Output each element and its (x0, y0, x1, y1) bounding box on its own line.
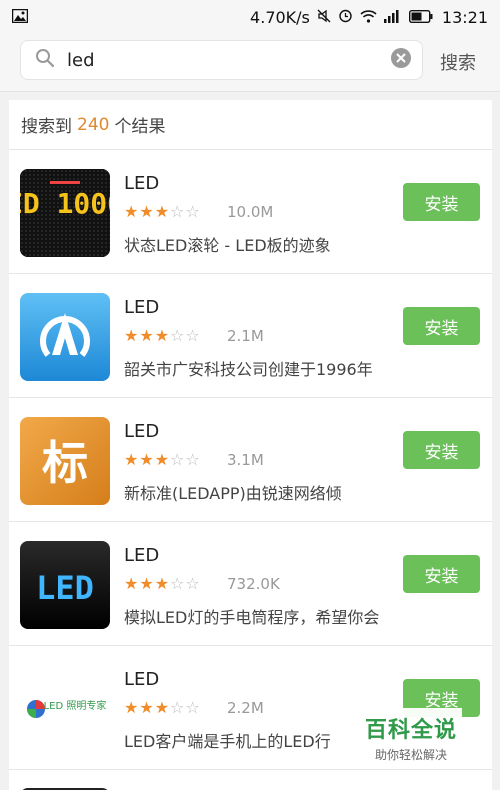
watermark: 百科全说 助你轻松解决 (360, 708, 462, 768)
star-icon: ★ (154, 326, 170, 345)
result-summary: 搜索到 240 个结果 (9, 100, 492, 150)
star-empty-icon: ☆ (185, 450, 200, 469)
image-notification-icon (11, 8, 29, 27)
biaozhun-app-icon: 标 (20, 417, 110, 505)
star-icon: ★ (124, 574, 139, 593)
watermark-subtitle: 助你轻松解决 (374, 748, 447, 762)
search-button[interactable]: 搜索 (440, 49, 476, 75)
rating-stars: ★ ★ ★ ☆ ☆ (124, 328, 200, 344)
star-icon: ★ (124, 698, 139, 717)
app-name: LED (124, 545, 160, 566)
network-speed: 4.70K/s (250, 7, 310, 27)
signal-icon (383, 8, 402, 27)
alarm-icon (338, 8, 353, 27)
star-empty-icon: ☆ (170, 574, 185, 593)
app-description: LED客户端是手机上的LED行 (124, 732, 331, 751)
star-icon: ★ (154, 202, 170, 221)
app-size: 732.0K (227, 575, 280, 593)
star-icon: ★ (154, 574, 170, 593)
install-button[interactable]: 安装 (403, 555, 480, 593)
clear-icon[interactable] (390, 47, 412, 73)
app-row[interactable]: LED LED ★ ★ ★ ☆ ☆ 732.0K 模拟LED灯的手电筒程序，希望你会 安… (9, 522, 492, 646)
star-empty-icon: ☆ (185, 326, 200, 345)
star-icon: ★ (139, 450, 154, 469)
star-empty-icon: ☆ (170, 202, 185, 221)
battery-icon (408, 8, 433, 27)
search-query: led (67, 49, 95, 71)
led-flashlight-app-icon: LED (20, 541, 110, 629)
app-name: LED (124, 669, 160, 690)
star-icon: ★ (154, 698, 170, 717)
app-name: LED (124, 421, 160, 442)
star-icon: ★ (124, 450, 139, 469)
mute-icon (317, 8, 331, 27)
app-row[interactable]: LED 1000+ LED ★★★☆☆ 10.0M 状态LED滚轮 - LED板… (9, 150, 492, 274)
star-icon: ★ (154, 450, 170, 469)
results-list: 搜索到 240 个结果 LED 1000+ LED ★★★☆☆ 10.0M 状态… (9, 100, 492, 790)
guangan-app-icon (20, 293, 110, 381)
app-description: 新标准(LEDAPP)由锐速网络倾 (124, 484, 342, 503)
watermark-title: 百科全说 (364, 718, 457, 743)
install-button[interactable]: 安装 (403, 307, 480, 345)
app-size: 10.0M (227, 203, 274, 221)
rating-stars: ★ ★ ★ ☆ ☆ (124, 452, 200, 468)
rating-stars: ★ ★ ★ ☆ ☆ (124, 204, 200, 220)
app-row-partial (9, 770, 492, 790)
search-input[interactable]: led (20, 40, 423, 80)
star-icon: ★ (139, 698, 154, 717)
rating-stars: ★ ★ ★ ☆ ☆ (124, 576, 200, 592)
app-description: 状态LED滚轮 - LED板的迹象 (124, 236, 331, 255)
app-name: LED (124, 173, 160, 194)
app-row[interactable]: LED ★ ★ ★ ☆ ☆ 2.1M 韶关市广安科技公司创建于1996年 安装 (9, 274, 492, 398)
app-description: 韶关市广安科技公司创建于1996年 (124, 360, 373, 379)
star-empty-icon: ☆ (170, 698, 185, 717)
star-icon: ★ (139, 574, 154, 593)
search-bar: led 搜索 (0, 34, 500, 92)
star-icon: ★ (139, 326, 154, 345)
biaozhun-icon-text: 标 (42, 436, 88, 490)
summary-prefix: 搜索到 (21, 117, 72, 137)
search-icon (35, 48, 55, 72)
star-empty-icon: ☆ (185, 698, 200, 717)
led-client-icon-text: LED 照明专家 (44, 699, 107, 712)
led-flashlight-icon-text: LED (36, 569, 94, 607)
star-empty-icon: ☆ (170, 450, 185, 469)
install-button[interactable]: 安装 (403, 183, 480, 221)
app-name: LED (124, 297, 160, 318)
star-icon: ★ (124, 326, 139, 345)
install-button[interactable]: 安装 (403, 431, 480, 469)
rating-stars: ★ ★ ★ ☆ ☆ (124, 700, 200, 716)
clock: 13:21 (441, 7, 488, 27)
star-empty-icon: ☆ (185, 202, 200, 221)
wifi-icon (360, 8, 377, 27)
app-size: 2.1M (227, 327, 264, 345)
star-empty-icon: ☆ (170, 326, 185, 345)
led-1000-icon-led-text: LED 1000+ (20, 187, 110, 220)
status-bar: 4.70K/s 13:21 (0, 0, 500, 34)
app-row[interactable]: 标 LED ★ ★ ★ ☆ ☆ 3.1M 新标准(LEDAPP)由锐速网络倾 安装 (9, 398, 492, 522)
led-client-app-icon: LED 照明专家 (20, 665, 110, 753)
led-1000-app-icon: LED 1000+ (20, 169, 110, 257)
app-description: 模拟LED灯的手电筒程序，希望你会 (124, 608, 380, 627)
app-size: 2.2M (227, 699, 264, 717)
star-icon: ★ (124, 202, 139, 221)
summary-suffix: 个结果 (114, 117, 166, 137)
star-empty-icon: ☆ (185, 574, 200, 593)
result-count: 240 (77, 114, 110, 135)
star-icon: ★ (139, 202, 154, 221)
app-size: 3.1M (227, 451, 264, 469)
